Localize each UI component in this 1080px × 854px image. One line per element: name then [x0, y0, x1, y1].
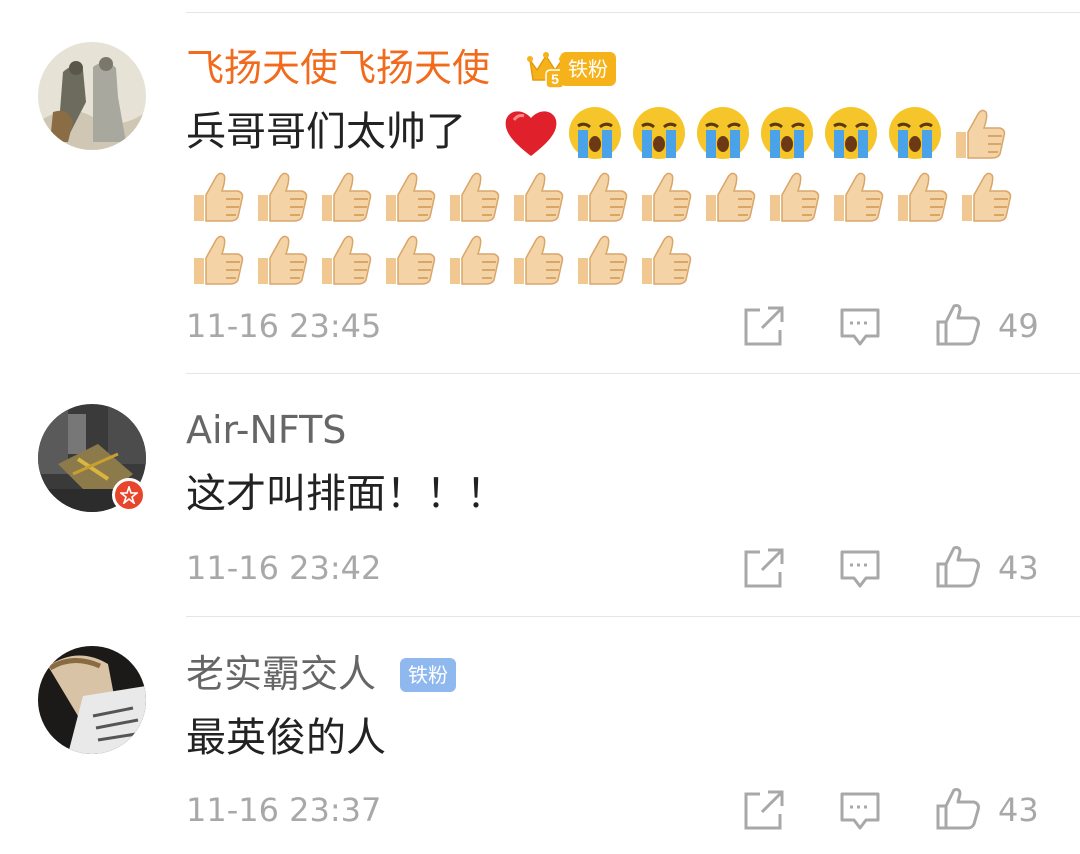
username[interactable]: 飞扬天使飞扬天使	[186, 44, 490, 92]
thumbs-up-icon	[634, 228, 696, 290]
thumbs-up-icon	[954, 165, 1016, 227]
thumbs-up-outline-icon	[936, 304, 980, 346]
emoji-row	[186, 228, 698, 290]
thumbs-up-outline-icon	[936, 788, 980, 830]
comment-text: 这才叫排面！！！	[186, 471, 506, 517]
like-count: 43	[998, 791, 1039, 829]
thumbs-up-icon	[442, 165, 504, 227]
reply-button[interactable]	[836, 544, 884, 592]
crying-face-icon	[628, 102, 690, 164]
like-button[interactable]	[934, 542, 982, 590]
share-icon	[744, 790, 784, 830]
avatar[interactable]	[38, 42, 146, 150]
comment-text: 兵哥哥们太帅了	[186, 109, 466, 155]
thumbs-up-icon	[186, 228, 248, 290]
crying-face-icon	[820, 102, 882, 164]
share-button[interactable]	[740, 302, 788, 350]
comment-time: 11-16 23:45	[186, 307, 382, 345]
thumbs-up-icon	[314, 165, 376, 227]
reply-button[interactable]	[836, 786, 884, 834]
thumbs-up-icon	[506, 228, 568, 290]
thumbs-up-icon	[442, 228, 504, 290]
fan-badge[interactable]: 铁粉	[560, 52, 616, 86]
thumbs-up-icon	[506, 165, 568, 227]
share-button[interactable]	[740, 786, 788, 834]
crying-face-icon	[564, 102, 626, 164]
comment-divider	[186, 373, 1080, 374]
share-icon	[744, 548, 784, 588]
thumbs-up-icon	[890, 165, 952, 227]
comment-icon	[840, 550, 880, 588]
thumbs-up-icon	[250, 228, 312, 290]
thumbs-up-icon	[634, 165, 696, 227]
share-icon	[744, 306, 784, 346]
thumbs-up-icon	[948, 102, 1010, 164]
verified-badge-icon	[112, 478, 146, 512]
emoji-row	[186, 165, 1018, 227]
thumbs-up-icon	[378, 165, 440, 227]
thumbs-up-icon	[762, 165, 824, 227]
like-count: 49	[998, 307, 1039, 345]
comment-time: 11-16 23:42	[186, 549, 382, 587]
reply-button[interactable]	[836, 302, 884, 350]
crying-face-icon	[756, 102, 818, 164]
username[interactable]: 老实霸交人	[186, 650, 376, 698]
crying-face-icon	[884, 102, 946, 164]
thumbs-up-icon	[698, 165, 760, 227]
top-divider	[186, 12, 1080, 13]
thumbs-up-icon	[378, 228, 440, 290]
like-button[interactable]	[934, 300, 982, 348]
thumbs-up-icon	[250, 165, 312, 227]
comment-icon	[840, 792, 880, 830]
thumbs-up-icon	[570, 228, 632, 290]
like-button[interactable]	[934, 784, 982, 832]
avatar[interactable]	[38, 646, 146, 754]
comment-text: 最英俊的人	[186, 715, 386, 761]
username[interactable]: Air-NFTS	[186, 406, 346, 454]
fan-badge[interactable]: 铁粉	[400, 658, 456, 692]
thumbs-up-icon	[570, 165, 632, 227]
like-count: 43	[998, 549, 1039, 587]
share-button[interactable]	[740, 544, 788, 592]
comment-divider	[186, 616, 1080, 617]
thumbs-up-outline-icon	[936, 546, 980, 588]
heart-icon	[500, 102, 562, 164]
thumbs-up-icon	[826, 165, 888, 227]
comment-icon	[840, 308, 880, 346]
comment-time: 11-16 23:37	[186, 791, 382, 829]
crying-face-icon	[692, 102, 754, 164]
thumbs-up-icon	[314, 228, 376, 290]
fan-level: 5	[551, 71, 559, 87]
thumbs-up-icon	[186, 165, 248, 227]
emoji-row	[500, 102, 1012, 164]
